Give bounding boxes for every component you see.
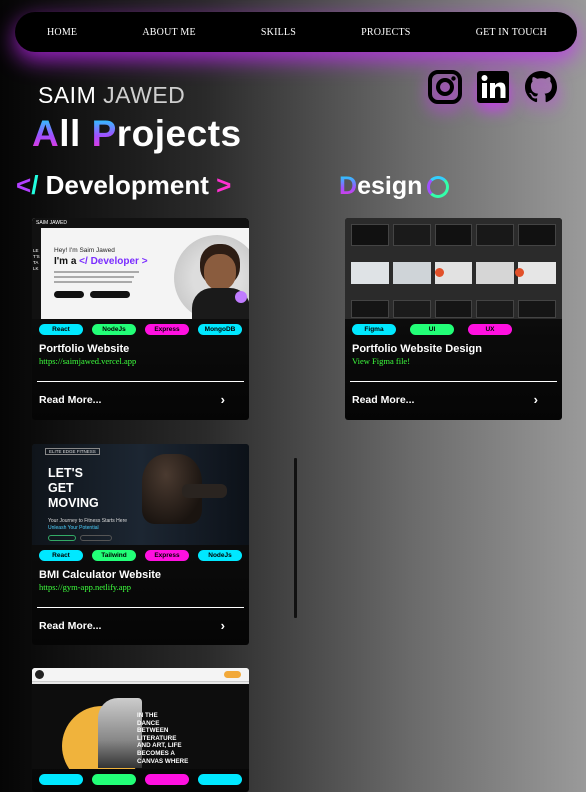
- read-more-label: Read More...: [352, 393, 415, 406]
- nav-about-me[interactable]: ABOUT ME: [142, 27, 195, 38]
- top-nav: HOME ABOUT ME SKILLS PROJECTS GET IN TOU…: [15, 12, 577, 52]
- thumb-quote-line-7: CANVAS WHERE: [137, 757, 189, 765]
- tag-express: Express: [145, 550, 189, 561]
- thumb-quote-line-5: AND ART, LIFE: [137, 742, 182, 750]
- design-letter-d: D: [339, 172, 358, 200]
- thumb-quote-line-4: LITERATURE: [137, 734, 177, 742]
- tag-nodejs: NodeJs: [92, 324, 136, 335]
- read-more-button[interactable]: Read More... ›: [32, 382, 249, 407]
- thumb-quote-line-1: IN THE: [137, 712, 158, 719]
- dev-open-bracket: <: [16, 170, 32, 200]
- tag-list: React Tailwind Express NodeJs: [32, 550, 249, 561]
- tag-list: React NodeJs Express MongoDB: [32, 324, 249, 335]
- github-icon[interactable]: [524, 70, 558, 104]
- figma-thumbnail: [345, 218, 562, 319]
- nav-home[interactable]: HOME: [47, 27, 77, 38]
- project-title: BMI Calculator Website: [39, 569, 162, 581]
- project-title: Portfolio Website Design: [352, 343, 482, 355]
- dev-close-bracket: >: [216, 170, 232, 200]
- chevron-right-icon: ›: [220, 618, 225, 633]
- thumb-role-prefix: I'm a: [54, 256, 80, 267]
- tag-tailwind: Tailwind: [92, 550, 136, 561]
- thumb-greeting: Hey! I'm Saim Jawed: [54, 247, 115, 254]
- thumb-sub: Your Journey to Fitness Starts Here: [48, 518, 128, 524]
- owner-name: SAIM JAWED: [38, 82, 185, 109]
- read-more-label: Read More...: [39, 393, 102, 406]
- tag-list: Figma UI UX: [345, 324, 562, 335]
- instagram-icon[interactable]: [428, 70, 462, 104]
- design-label: esign: [357, 172, 423, 200]
- project-link[interactable]: https://saimjawed.vercel.app: [39, 356, 249, 366]
- thumb-quote-line-2: DANCE: [137, 719, 160, 727]
- section-divider: [294, 458, 297, 618]
- tag-list: [32, 774, 249, 785]
- title-letter-a: A: [32, 113, 60, 154]
- read-more-button[interactable]: Read More... ›: [345, 382, 562, 407]
- thumb-sub2: Unleash Your Potential: [48, 525, 99, 531]
- nav-skills[interactable]: SKILLS: [261, 27, 296, 38]
- thumb-headline-line-3: MOVING: [48, 496, 99, 510]
- tag-3: [145, 774, 189, 785]
- thumb-role: </ Developer >: [79, 256, 148, 267]
- linkedin-icon[interactable]: [476, 70, 510, 104]
- figma-link[interactable]: View Figma file!: [352, 356, 562, 366]
- development-heading: </ Development >: [16, 170, 231, 201]
- dev-label: Development: [38, 170, 217, 200]
- tag-figma: Figma: [352, 324, 396, 335]
- chevron-right-icon: ›: [533, 392, 538, 407]
- art-thumbnail: IN THE DANCE BETWEEN LITERATURE AND ART,…: [32, 668, 249, 769]
- first-name: SAIM: [38, 82, 97, 108]
- tag-ux: UX: [468, 324, 512, 335]
- tag-react: React: [39, 324, 83, 335]
- project-link[interactable]: https://gym-app.netlify.app: [39, 582, 249, 592]
- title-rest: rojects: [116, 113, 242, 154]
- tag-2: [92, 774, 136, 785]
- thumb-headline-line-1: LET'S: [48, 466, 83, 480]
- social-links: [428, 70, 558, 104]
- read-more-label: Read More...: [39, 619, 102, 632]
- chevron-right-icon: ›: [220, 392, 225, 407]
- read-more-button[interactable]: Read More... ›: [32, 608, 249, 633]
- title-letter-p: P: [91, 113, 117, 154]
- thumb-quote: IN THE DANCE BETWEEN LITERATURE AND ART,…: [137, 712, 188, 765]
- thumb-quote-line-6: BECOMES A: [137, 749, 175, 757]
- portfolio-thumbnail: SAIM JAWED LET'S TALK Hey! I'm Saim Jawe…: [32, 218, 249, 319]
- design-card-portfolio[interactable]: Figma UI UX Portfolio Website Design Vie…: [345, 218, 562, 420]
- nav-get-in-touch[interactable]: GET IN TOUCH: [476, 27, 547, 38]
- tag-4: [198, 774, 242, 785]
- thumb-brand: SAIM JAWED: [36, 220, 67, 226]
- project-card-bmi[interactable]: ELITE EDGE FITNESS LET'S GET MOVING Your…: [32, 444, 249, 645]
- last-name: JAWED: [103, 82, 186, 108]
- thumb-side-text: LET'S TALK: [33, 248, 40, 271]
- tag-mongodb: MongoDB: [198, 324, 242, 335]
- project-card-art[interactable]: IN THE DANCE BETWEEN LITERATURE AND ART,…: [32, 668, 249, 792]
- nav-projects[interactable]: PROJECTS: [361, 27, 410, 38]
- project-card-portfolio[interactable]: SAIM JAWED LET'S TALK Hey! I'm Saim Jawe…: [32, 218, 249, 420]
- tag-nodejs: NodeJs: [198, 550, 242, 561]
- design-heading: Design: [339, 172, 450, 201]
- thumb-badge: ELITE EDGE FITNESS: [45, 448, 100, 455]
- tag-ui: UI: [410, 324, 454, 335]
- bmi-thumbnail: ELITE EDGE FITNESS LET'S GET MOVING Your…: [32, 444, 249, 545]
- page-title: All Projects: [32, 113, 242, 155]
- tag-1: [39, 774, 83, 785]
- title-mid: ll: [59, 113, 92, 154]
- tag-react: React: [39, 550, 83, 561]
- project-title: Portfolio Website: [39, 343, 130, 355]
- thumb-headline: LET'S GET MOVING: [48, 466, 99, 511]
- thumb-headline-line-2: GET: [48, 481, 74, 495]
- ring-icon: [427, 175, 450, 198]
- thumb-role-line: I'm a </ Developer >: [54, 256, 148, 267]
- tag-express: Express: [145, 324, 189, 335]
- thumb-quote-line-3: BETWEEN: [137, 727, 169, 735]
